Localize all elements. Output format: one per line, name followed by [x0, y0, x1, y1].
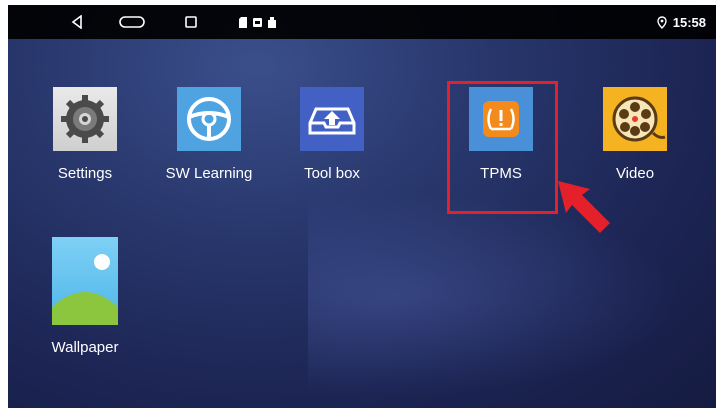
clock: 15:58 [672, 14, 706, 30]
landscape-icon [52, 237, 118, 325]
app-sw-learning[interactable]: SW Learning [154, 87, 264, 182]
gear-icon [53, 87, 117, 151]
notification-icons [232, 5, 282, 39]
recents-square-icon [185, 16, 197, 28]
recents-button[interactable] [176, 5, 206, 39]
back-triangle-icon [71, 15, 82, 29]
film-reel-icon [603, 87, 667, 151]
home-screen: 15:58 Settings SW Learning Tool box TPMS… [8, 5, 716, 408]
steering-wheel-icon [177, 87, 241, 151]
app-label: Wallpaper [51, 339, 119, 356]
home-button[interactable] [112, 5, 152, 39]
home-pill-icon [119, 16, 145, 28]
back-button[interactable] [62, 5, 92, 39]
app-wallpaper[interactable]: Wallpaper [30, 237, 140, 356]
usb-icon [267, 16, 276, 28]
app-label: Settings [57, 165, 113, 182]
app-label: SW Learning [165, 165, 253, 182]
location-pin-icon [657, 15, 667, 29]
highlight-box [447, 81, 558, 214]
status-right: 15:58 [657, 5, 706, 39]
app-tool-box[interactable]: Tool box [277, 87, 387, 182]
pointer-arrow-icon [558, 181, 610, 233]
status-bar: 15:58 [8, 5, 716, 39]
sd-card-icon [252, 17, 262, 27]
app-video[interactable]: Video [580, 87, 690, 182]
sim-icon [238, 16, 247, 28]
app-settings[interactable]: Settings [30, 87, 140, 182]
tray-upload-icon [300, 87, 364, 151]
app-label: Tool box [304, 165, 360, 182]
